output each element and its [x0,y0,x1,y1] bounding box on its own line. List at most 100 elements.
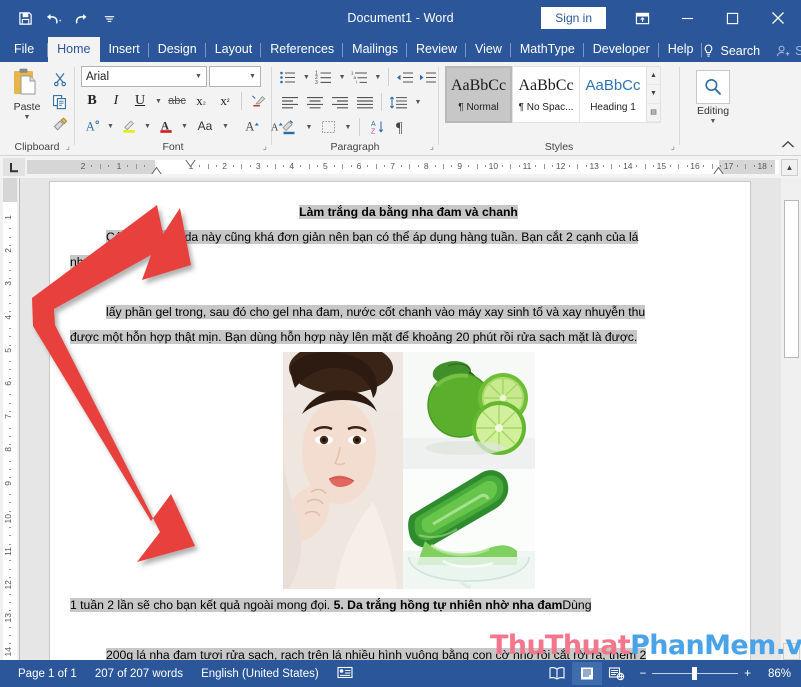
font-dialog-launcher[interactable]: ⌟ [263,141,267,152]
editing-dropdown-caret-icon[interactable]: ▼ [710,118,717,126]
numbering-caret-icon[interactable]: ▼ [337,66,348,88]
tab-references[interactable]: References [261,37,344,62]
first-line-indent-marker[interactable] [185,160,196,169]
document-page[interactable]: Làm trắng da bằng nha đam và chanh Cách … [50,182,750,660]
increase-indent-icon[interactable] [417,66,438,88]
styles-more-icon[interactable]: ▤ [647,104,660,122]
tab-developer[interactable]: Developer [584,37,659,62]
zoom-in-button[interactable]: + [744,668,751,680]
vertical-ruler[interactable]: 1 2 3 4 5 6 7 8 9 10 11 12 13 14 [0,178,20,660]
format-painter-icon[interactable] [49,114,71,135]
minimize-icon[interactable] [665,0,710,36]
subscript-button[interactable]: x₂ [190,90,212,112]
paragraph-dialog-launcher[interactable]: ⌟ [430,141,434,152]
ruler-track[interactable]: 21123456789101112131415161718 [27,160,779,174]
close-icon[interactable] [755,0,801,36]
font-size-combo[interactable]: ▼ [209,66,261,87]
style-normal[interactable]: AaBbCc ¶ Normal [445,66,512,123]
borders-caret-icon[interactable]: ▼ [342,116,354,138]
bullets-caret-icon[interactable]: ▼ [301,66,312,88]
superscript-button[interactable]: x² [214,90,236,112]
align-center-icon[interactable] [303,91,326,113]
tab-review[interactable]: Review [407,37,467,62]
line-spacing-caret-icon[interactable]: ▼ [412,91,424,113]
bold-button[interactable]: B [81,90,103,112]
tab-view[interactable]: View [466,37,511,62]
align-right-icon[interactable] [328,91,351,113]
tab-mathtype[interactable]: MathType [511,37,584,62]
save-icon[interactable] [12,5,38,31]
sign-in-button[interactable]: Sign in [541,7,606,29]
hanging-indent-marker[interactable] [151,166,162,174]
right-indent-marker[interactable] [713,166,724,174]
styles-scroll-up-icon[interactable]: ▲ [647,67,660,86]
tab-help[interactable]: Help [659,37,703,62]
show-formatting-marks-icon[interactable]: ¶ [390,116,413,138]
zoom-percentage[interactable]: 86% [757,668,791,680]
chevron-down-icon[interactable]: ▼ [191,73,206,80]
document-text-body[interactable]: Làm trắng da bằng nha đam và chanh Cách … [70,200,747,660]
customize-quick-access-icon[interactable] [96,5,122,31]
underline-button[interactable]: U [129,90,151,112]
word-count[interactable]: 207 of 207 words [95,668,183,680]
grow-font-icon[interactable]: A [241,115,263,137]
proofing-errors-icon[interactable] [337,665,353,682]
horizontal-ruler[interactable]: 21123456789101112131415161718 ▲ [0,156,801,178]
style-heading-1[interactable]: AaBbCc Heading 1 [579,66,646,123]
text-highlight-color-icon[interactable] [118,115,140,137]
styles-gallery-scroll[interactable]: ▲ ▼ ▤ [646,66,661,123]
tab-home[interactable]: Home [48,37,100,62]
redo-icon[interactable] [68,5,94,31]
text-effects-icon[interactable]: A [81,115,103,137]
justify-icon[interactable] [353,91,376,113]
read-mode-icon[interactable] [542,662,572,685]
collapse-ribbon-icon[interactable] [781,140,795,152]
find-magnifier-icon[interactable] [696,70,730,104]
multilevel-caret-icon[interactable]: ▼ [372,66,383,88]
left-tab-stop-icon[interactable] [3,158,25,176]
aloe-vera-lime-skincare-collage[interactable] [282,352,535,589]
chevron-down-icon[interactable]: ▼ [245,73,260,80]
vertical-scrollbar[interactable]: ▼ [781,178,801,660]
clear-formatting-icon[interactable] [247,90,269,112]
vertical-scrollbar-thumb[interactable] [784,200,799,358]
sort-icon[interactable]: AZ [365,116,388,138]
undo-icon[interactable] [40,5,66,31]
strikethrough-button[interactable]: abc [166,90,188,112]
styles-dialog-launcher[interactable]: ⌟ [671,141,675,152]
zoom-out-button[interactable]: − [640,668,647,680]
italic-button[interactable]: I [105,90,127,112]
clipboard-dialog-launcher[interactable]: ⌟ [66,141,70,152]
maximize-icon[interactable] [710,0,755,36]
page-indicator[interactable]: Page 1 of 1 [18,668,77,680]
highlight-caret-icon[interactable]: ▼ [142,115,153,137]
tab-insert[interactable]: Insert [100,37,149,62]
shading-caret-icon[interactable]: ▼ [303,116,315,138]
numbering-icon[interactable]: 123 [314,66,335,88]
cut-icon[interactable] [49,68,71,89]
scroll-up-icon[interactable]: ▲ [781,158,798,176]
print-layout-icon[interactable] [571,662,602,685]
language-indicator[interactable]: English (United States) [201,668,319,680]
paste-dropdown-caret-icon[interactable]: ▼ [24,114,31,122]
borders-icon[interactable] [317,116,340,138]
style-no-spacing[interactable]: AaBbCc ¶ No Spac... [512,66,579,123]
align-left-icon[interactable] [278,91,301,113]
paste-button[interactable]: Paste ▼ [5,66,49,135]
font-color-icon[interactable]: A [155,115,177,137]
text-effects-caret-icon[interactable]: ▼ [105,115,116,137]
search-button[interactable]: Search [702,44,760,58]
tab-design[interactable]: Design [149,37,206,62]
font-name-combo[interactable]: Arial ▼ [81,66,207,87]
decrease-indent-icon[interactable] [394,66,415,88]
bullets-icon[interactable] [278,66,299,88]
underline-dropdown-caret-icon[interactable]: ▼ [153,90,164,112]
web-layout-icon[interactable] [602,662,632,685]
copy-icon[interactable] [49,91,71,112]
tab-layout[interactable]: Layout [206,37,262,62]
styles-scroll-down-icon[interactable]: ▼ [647,85,660,104]
line-spacing-icon[interactable] [387,91,410,113]
zoom-slider-handle[interactable] [691,667,697,680]
font-color-caret-icon[interactable]: ▼ [179,115,190,137]
share-button[interactable]: Share [776,44,801,58]
